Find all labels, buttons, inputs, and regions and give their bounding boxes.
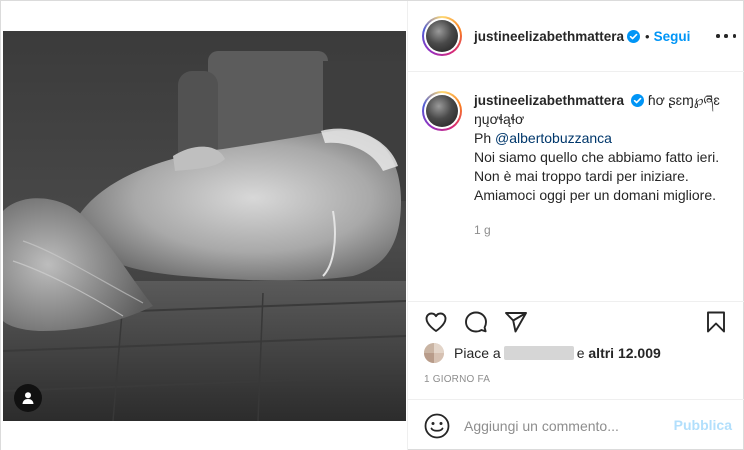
user-tags-button[interactable]	[14, 384, 42, 412]
caption-line-2: Non è mai troppo tardi per iniziare.	[474, 168, 689, 184]
caption-photographer-prefix: Ph	[474, 130, 496, 146]
follow-button[interactable]: Segui	[654, 29, 691, 44]
likes-summary: Piace a e altri 12.009	[424, 343, 661, 363]
user-tag-icon	[22, 392, 34, 404]
author-username[interactable]: justineelizabethmattera	[474, 29, 624, 44]
caption-author-avatar[interactable]	[422, 91, 462, 131]
post-photo-image	[3, 31, 406, 421]
post-photo[interactable]	[3, 31, 406, 421]
comment-bar: Pubblica	[408, 399, 744, 450]
emoji-icon[interactable]	[424, 413, 450, 439]
header-separator: •	[645, 28, 650, 44]
post-date[interactable]: 1 GIORNO FA	[424, 374, 490, 385]
caption-username[interactable]: justineelizabethmattera	[474, 93, 624, 108]
heart-icon[interactable]	[424, 310, 448, 334]
caption-time-ago[interactable]: 1 g	[474, 221, 739, 240]
post-header: justineelizabethmattera • Segui	[408, 1, 744, 72]
photo-pane	[1, 1, 407, 450]
post-side-pane: justineelizabethmattera • Segui justinee…	[407, 1, 744, 450]
bookmark-icon[interactable]	[704, 310, 728, 334]
action-bar	[408, 301, 744, 341]
comment-input[interactable]	[464, 417, 664, 434]
caption-body: justineelizabethmattera ɦơ ʂɛɱ℘ཞɛ ŋųơɬąɬ…	[474, 91, 739, 240]
more-options-icon[interactable]	[716, 28, 736, 44]
caption-line-1: Noi siamo quello che abbiamo fatto ieri.	[474, 149, 720, 165]
likes-prefix: Piace a	[454, 345, 501, 361]
comment-bubble-icon[interactable]	[464, 310, 488, 334]
post-container: justineelizabethmattera • Segui justinee…	[0, 0, 744, 450]
caption-photographer-line: Ph @albertobuzzanca	[474, 129, 739, 148]
likes-connector: e	[576, 345, 585, 361]
verified-badge-icon	[627, 29, 641, 43]
publish-button[interactable]: Pubblica	[674, 417, 732, 433]
paper-plane-icon[interactable]	[504, 310, 528, 334]
caption-line-3: Amiamoci oggi per un domani migliore.	[474, 187, 716, 203]
caption: justineelizabethmattera ɦơ ʂɛɱ℘ཞɛ ŋųơɬąɬ…	[422, 91, 742, 240]
photographer-mention-link[interactable]: @albertobuzzanca	[495, 130, 612, 146]
liker-name-blurred[interactable]	[503, 346, 574, 360]
likes-others-link[interactable]: altri 12.009	[588, 345, 660, 361]
verified-badge-icon	[630, 94, 644, 107]
author-avatar[interactable]	[422, 16, 462, 56]
liker-avatar[interactable]	[424, 343, 444, 363]
